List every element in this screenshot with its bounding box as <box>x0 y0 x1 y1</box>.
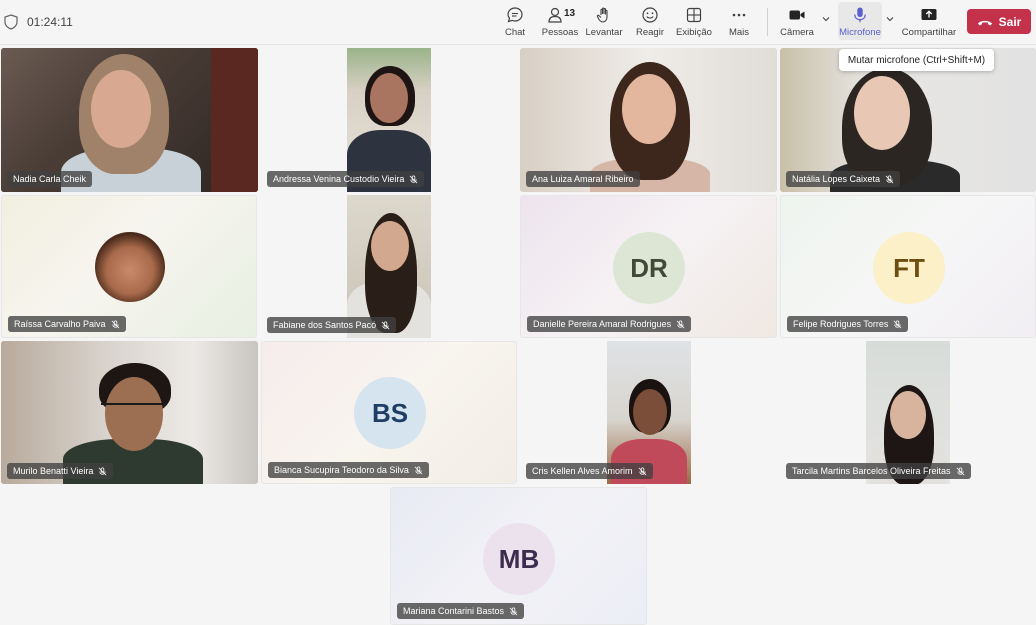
meeting-toolbar: 01:24:11 Chat 13 Pessoas Levantar Reagir… <box>0 0 1036 45</box>
emoji-icon <box>642 7 658 23</box>
participant-name-tag: Fabiane dos Santos Pacó <box>267 317 397 333</box>
participant-name: Murilo Benatti Vieira <box>13 466 94 476</box>
mic-off-icon <box>885 174 894 183</box>
more-label: Mais <box>728 27 750 38</box>
view-button[interactable]: Exibição <box>676 4 712 40</box>
chat-button[interactable]: Chat <box>502 4 528 40</box>
leave-label: Sair <box>998 14 1022 29</box>
mic-off-icon <box>676 319 685 328</box>
participant-name: Andressa Venina Custodio Vieira <box>273 174 405 184</box>
participant-name-tag: Raíssa Carvalho Paiva <box>8 316 126 332</box>
participant-tile[interactable]: DR Danielle Pereira Amaral Rodrigues <box>520 195 777 338</box>
participant-name-tag: Nadia Carla Cheik <box>7 171 93 187</box>
mic-off-icon <box>509 606 518 615</box>
hand-icon <box>596 7 608 23</box>
mic-off-icon <box>410 174 418 183</box>
participant-name-tag: Tarcila Martins Barcelos Oliveira Freita… <box>786 463 971 479</box>
camera-button[interactable]: Câmera <box>780 4 814 40</box>
participant-avatar: MB <box>483 523 555 595</box>
participant-name: Tarcila Martins Barcelos Oliveira Freita… <box>792 466 951 476</box>
participant-name: Fabiane dos Santos Pacó <box>273 320 377 330</box>
participant-tile[interactable]: MB Mariana Contarini Bastos <box>390 487 647 625</box>
participant-tile[interactable]: BS Bianca Sucupira Teodoro da Silva <box>261 341 517 484</box>
participant-name: Bianca Sucupira Teodoro da Silva <box>274 465 409 475</box>
microphone-button[interactable]: Microfone <box>838 4 882 40</box>
participant-name-tag: Cris Kellen Alves Amorim <box>526 463 653 479</box>
people-count: 13 <box>564 8 576 19</box>
camera-label: Câmera <box>780 27 814 38</box>
share-button[interactable]: Compartilhar <box>901 4 957 40</box>
raise-hand-label: Levantar <box>585 27 623 38</box>
mic-off-icon <box>381 320 390 329</box>
participant-tile[interactable]: Murilo Benatti Vieira <box>1 341 258 484</box>
participant-name: Felipe Rodrigues Torres <box>793 319 889 329</box>
participant-name: Danielle Pereira Amaral Rodrigues <box>533 319 672 329</box>
chat-label: Chat <box>504 27 526 38</box>
participant-tile[interactable]: Nadia Carla Cheik <box>1 48 258 192</box>
grid-view-icon <box>686 7 702 23</box>
mic-off-icon <box>111 319 119 328</box>
participant-photo <box>95 232 165 302</box>
participant-name-tag: Felipe Rodrigues Torres <box>787 316 909 332</box>
camera-options-chevron-icon[interactable] <box>821 14 831 24</box>
microphone-options-chevron-icon[interactable] <box>885 14 895 24</box>
participant-avatar: DR <box>613 232 685 304</box>
hang-up-icon <box>977 20 992 25</box>
camera-icon <box>789 10 805 20</box>
mic-off-icon <box>414 465 423 474</box>
react-label: Reagir <box>636 27 664 38</box>
participant-tile[interactable]: Cris Kellen Alves Amorim <box>520 341 777 484</box>
react-button[interactable]: Reagir <box>636 4 664 40</box>
participant-avatar: FT <box>873 232 945 304</box>
microphone-label: Microfone <box>839 27 881 38</box>
participant-name: Nadia Carla Cheik <box>13 174 87 184</box>
participant-name-tag: Mariana Contarini Bastos <box>397 603 525 619</box>
participant-name: Mariana Contarini Bastos <box>403 606 505 616</box>
shield-icon <box>4 14 18 30</box>
people-label: Pessoas <box>541 27 579 38</box>
participant-name: Ana Luiza Amaral Ribeiro <box>532 174 634 184</box>
participant-tile[interactable]: Fabiane dos Santos Pacó <box>261 195 517 338</box>
mic-off-icon <box>894 319 902 328</box>
participant-name-tag: Natália Lopes Caixeta <box>786 171 901 187</box>
toolbar-divider <box>767 8 768 36</box>
participant-tile[interactable]: Andressa Venina Custodio Vieira <box>261 48 517 192</box>
participant-name-tag: Murilo Benatti Vieira <box>7 463 114 479</box>
microphone-tooltip: Mutar microfone (Ctrl+Shift+M) <box>839 49 994 71</box>
share-label: Compartilhar <box>901 27 957 38</box>
participant-name: Raíssa Carvalho Paiva <box>14 319 106 329</box>
participant-tile[interactable]: Tarcila Martins Barcelos Oliveira Freita… <box>780 341 1036 484</box>
more-button[interactable]: Mais <box>726 4 752 40</box>
people-button[interactable]: 13 Pessoas <box>542 4 578 40</box>
participant-name: Natália Lopes Caixeta <box>792 174 881 184</box>
participant-name-tag: Danielle Pereira Amaral Rodrigues <box>527 316 692 332</box>
participant-tile[interactable]: Ana Luiza Amaral Ribeiro <box>520 48 777 192</box>
participant-avatar: BS <box>354 377 426 449</box>
participant-name-tag: Ana Luiza Amaral Ribeiro <box>526 171 640 187</box>
chat-icon <box>507 7 523 23</box>
participant-name: Cris Kellen Alves Amorim <box>532 466 633 476</box>
view-label: Exibição <box>676 27 712 38</box>
participant-name-tag: Andressa Venina Custodio Vieira <box>267 171 425 187</box>
mic-off-icon <box>98 466 107 475</box>
leave-button[interactable]: Sair <box>967 9 1031 34</box>
mic-off-icon <box>638 466 646 475</box>
meeting-timer: 01:24:11 <box>27 15 73 29</box>
people-icon <box>548 7 562 23</box>
raise-hand-button[interactable]: Levantar <box>585 4 623 40</box>
participant-name-tag: Bianca Sucupira Teodoro da Silva <box>268 462 429 478</box>
mic-off-icon <box>956 466 964 475</box>
participant-tile[interactable]: Raíssa Carvalho Paiva <box>1 195 257 338</box>
share-icon <box>921 9 937 20</box>
more-icon <box>732 13 746 17</box>
microphone-icon <box>854 7 866 23</box>
participant-tile[interactable]: FT Felipe Rodrigues Torres <box>780 195 1036 338</box>
